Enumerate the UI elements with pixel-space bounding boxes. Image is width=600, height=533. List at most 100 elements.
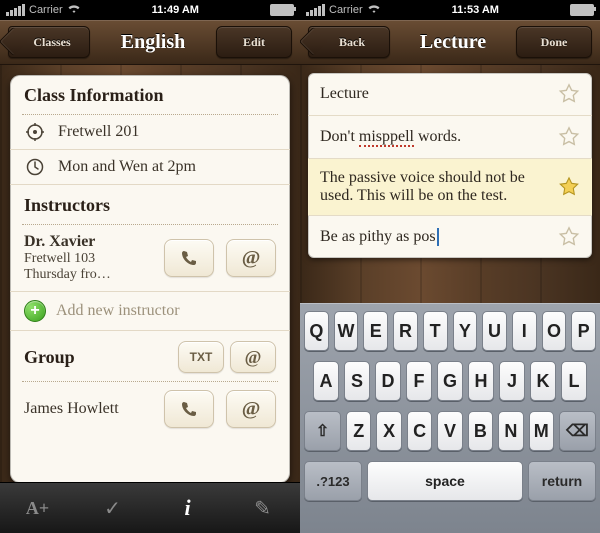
info-icon: i bbox=[184, 495, 190, 521]
tab-notes[interactable]: ✎ bbox=[225, 483, 300, 533]
at-icon: @ bbox=[242, 398, 261, 421]
status-bar: Carrier 11:53 AM bbox=[300, 0, 600, 20]
phone-icon bbox=[180, 400, 198, 418]
content-panel: Class Information Fretwell 201 Mon and W… bbox=[10, 75, 290, 483]
key-g[interactable]: G bbox=[437, 361, 463, 401]
key-f[interactable]: F bbox=[406, 361, 432, 401]
note-text: Be as pithy as pos bbox=[320, 228, 548, 246]
done-button[interactable]: Done bbox=[516, 26, 592, 58]
call-button[interactable] bbox=[164, 390, 214, 428]
row-location[interactable]: Fretwell 201 bbox=[10, 115, 290, 149]
key-x[interactable]: X bbox=[376, 411, 401, 451]
key-z[interactable]: Z bbox=[346, 411, 371, 451]
key-d[interactable]: D bbox=[375, 361, 401, 401]
row-group-member[interactable]: James Howlett @ bbox=[10, 382, 290, 436]
signal-icon bbox=[306, 4, 325, 16]
note-text: The passive voice should not be used. Th… bbox=[320, 169, 548, 205]
keyboard-row-3: ⇧ Z X C V B N M ⌫ bbox=[304, 411, 596, 451]
nav-bar: Classes English Edit bbox=[0, 20, 300, 65]
key-b[interactable]: B bbox=[468, 411, 493, 451]
key-u[interactable]: U bbox=[482, 311, 507, 351]
note-row[interactable]: Don't misppell words. bbox=[308, 116, 592, 159]
plus-icon: + bbox=[24, 300, 46, 322]
pencil-icon: ✎ bbox=[254, 496, 271, 521]
location-text: Fretwell 201 bbox=[58, 123, 139, 141]
instructor-room: Fretwell 103 bbox=[24, 251, 152, 267]
email-button[interactable]: @ bbox=[226, 239, 276, 277]
phone-icon bbox=[180, 249, 198, 267]
key-t[interactable]: T bbox=[423, 311, 448, 351]
key-space[interactable]: space bbox=[367, 461, 523, 501]
key-l[interactable]: L bbox=[561, 361, 587, 401]
note-row[interactable]: Lecture bbox=[308, 73, 592, 116]
key-a[interactable]: A bbox=[313, 361, 339, 401]
group-email-button[interactable]: @ bbox=[230, 341, 276, 373]
carrier-label: Carrier bbox=[29, 4, 63, 16]
note-row-editing[interactable]: Be as pithy as pos bbox=[308, 216, 592, 258]
nav-bar: Back Lecture Done bbox=[300, 20, 600, 65]
at-icon: @ bbox=[242, 247, 261, 270]
target-icon bbox=[24, 123, 46, 141]
phone-lecture-notes: Carrier 11:53 AM Back Lecture Done Lectu… bbox=[300, 0, 600, 533]
phone-classes-detail: Carrier 11:49 AM Classes English Edit Cl… bbox=[0, 0, 300, 533]
key-s[interactable]: S bbox=[344, 361, 370, 401]
key-k[interactable]: K bbox=[530, 361, 556, 401]
member-name: James Howlett bbox=[24, 400, 152, 418]
keyboard-row-1: Q W E R T Y U I O P bbox=[304, 311, 596, 351]
keyboard: Q W E R T Y U I O P A S D F G H J K L bbox=[300, 303, 600, 533]
page-title: English bbox=[121, 31, 185, 54]
section-group: Group bbox=[24, 347, 178, 368]
key-m[interactable]: M bbox=[529, 411, 554, 451]
back-button[interactable]: Back bbox=[308, 26, 390, 58]
key-e[interactable]: E bbox=[363, 311, 388, 351]
key-o[interactable]: O bbox=[542, 311, 567, 351]
key-v[interactable]: V bbox=[437, 411, 462, 451]
key-c[interactable]: C bbox=[407, 411, 432, 451]
notes-list: Lecture Don't misppell words. The passiv… bbox=[308, 73, 592, 258]
wifi-icon bbox=[367, 4, 381, 17]
back-button[interactable]: Classes bbox=[8, 26, 90, 58]
email-button[interactable]: @ bbox=[226, 390, 276, 428]
note-row-highlighted[interactable]: The passive voice should not be used. Th… bbox=[308, 159, 592, 216]
carrier-label: Carrier bbox=[329, 4, 363, 16]
key-j[interactable]: J bbox=[499, 361, 525, 401]
key-p[interactable]: P bbox=[571, 311, 596, 351]
text-cursor bbox=[437, 228, 439, 246]
edit-button[interactable]: Edit bbox=[216, 26, 292, 58]
wifi-icon bbox=[67, 4, 81, 17]
key-w[interactable]: W bbox=[334, 311, 359, 351]
key-h[interactable]: H bbox=[468, 361, 494, 401]
key-backspace[interactable]: ⌫ bbox=[559, 411, 596, 451]
key-n[interactable]: N bbox=[498, 411, 523, 451]
star-icon[interactable] bbox=[558, 226, 580, 248]
status-bar: Carrier 11:49 AM bbox=[0, 0, 300, 20]
group-txt-button[interactable]: TXT bbox=[178, 341, 224, 373]
key-q[interactable]: Q bbox=[304, 311, 329, 351]
key-return[interactable]: return bbox=[528, 461, 596, 501]
check-icon: ✓ bbox=[104, 496, 121, 521]
row-schedule[interactable]: Mon and Wen at 2pm bbox=[10, 149, 290, 184]
tab-grades[interactable]: A+ bbox=[0, 483, 75, 533]
add-instructor[interactable]: + Add new instructor bbox=[10, 291, 290, 330]
star-icon[interactable] bbox=[558, 83, 580, 105]
clock-icon bbox=[24, 158, 46, 176]
key-i[interactable]: I bbox=[512, 311, 537, 351]
star-icon[interactable] bbox=[558, 176, 580, 198]
tab-info[interactable]: i bbox=[150, 483, 225, 533]
signal-icon bbox=[6, 4, 25, 16]
call-button[interactable] bbox=[164, 239, 214, 277]
key-r[interactable]: R bbox=[393, 311, 418, 351]
row-instructor[interactable]: Dr. Xavier Fretwell 103 Thursday fro… @ bbox=[10, 225, 290, 291]
star-icon[interactable] bbox=[558, 126, 580, 148]
keyboard-row-4: .?123 space return bbox=[304, 461, 596, 501]
note-text: Lecture bbox=[320, 85, 548, 103]
key-shift[interactable]: ⇧ bbox=[304, 411, 341, 451]
grade-icon: A+ bbox=[26, 498, 49, 519]
instructor-name: Dr. Xavier bbox=[24, 233, 95, 250]
key-symbols[interactable]: .?123 bbox=[304, 461, 362, 501]
note-text: Don't misppell words. bbox=[320, 128, 548, 146]
battery-icon bbox=[570, 4, 594, 16]
schedule-text: Mon and Wen at 2pm bbox=[58, 158, 196, 176]
tab-tasks[interactable]: ✓ bbox=[75, 483, 150, 533]
key-y[interactable]: Y bbox=[453, 311, 478, 351]
